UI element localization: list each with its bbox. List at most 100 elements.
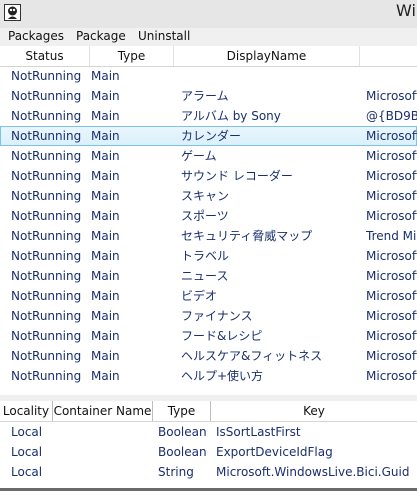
cell-type: Main [91,209,120,223]
package-row[interactable]: NotRunning Main ヘルスケア&フィットネス Microsoft [0,346,417,366]
cell-displayname: サウンド レコーダー [181,169,293,183]
cell-status: NotRunning [11,169,82,183]
cell-publisher: Microsoft [366,309,417,323]
cell-type: Main [91,69,120,83]
setting-row[interactable]: Local Boolean IsSortLastFirst [0,422,417,442]
package-row[interactable]: NotRunning Main アラーム Microsoft [0,86,417,106]
cell-status: NotRunning [11,349,82,363]
cell-publisher: Microsoft [366,169,417,183]
cell-displayname: スキャン [181,189,230,203]
cell-publisher: Microsoft [366,129,417,143]
cell-status: NotRunning [11,89,82,103]
cell-type: Main [91,189,120,203]
cell-type: Main [91,229,120,243]
cell-setting-type: String [158,465,194,479]
cell-type: Main [91,289,120,303]
column-displayname[interactable]: DisplayName [174,46,360,66]
settings-grid[interactable]: Locality Container Name Type Key Local Bo… [0,401,417,491]
window-title: Wi [396,1,416,20]
cell-displayname: ビデオ [181,289,218,303]
package-row[interactable]: NotRunning Main ファイナンス Microsoft [0,306,417,326]
cell-type: Main [91,89,120,103]
title-bar[interactable]: Wi [0,0,417,28]
setting-row[interactable]: Local Boolean ExportDeviceIdFlag [0,442,417,462]
menu-package[interactable]: Package [76,29,126,43]
cell-key: Microsoft.WindowsLive.Bici.Guid [216,465,410,479]
column-publisher[interactable] [360,46,417,66]
package-row[interactable]: NotRunning Main フード&レシピ Microsoft [0,326,417,346]
cell-status: NotRunning [11,269,82,283]
cell-displayname: ファイナンス [181,309,253,323]
cell-displayname: セキュリティ脅威マップ [181,229,313,243]
cell-publisher: Microsoft [366,369,417,383]
cell-setting-type: Boolean [158,445,207,459]
cell-status: NotRunning [11,209,82,223]
package-row[interactable]: NotRunning Main ヘルプ+使い方 Microsoft [0,366,417,386]
column-container-name[interactable]: Container Name [53,401,153,421]
package-row[interactable]: NotRunning Main スキャン Microsoft [0,186,417,206]
cell-type: Main [91,269,120,283]
cell-publisher: Microsoft [366,209,417,223]
cell-locality: Local [11,425,43,439]
packages-grid[interactable]: Status Type DisplayName NotRunning Main No… [0,46,417,395]
cell-displayname: ヘルスケア&フィットネス [181,349,323,363]
cell-displayname: アラーム [181,89,229,103]
column-key[interactable]: Key [211,401,417,421]
cell-publisher: @{BD9B [366,109,417,123]
cell-displayname: カレンダー [181,129,242,143]
package-row[interactable]: NotRunning Main ニュース Microsoft [0,266,417,286]
menu-uninstall[interactable]: Uninstall [138,29,190,43]
package-row[interactable]: NotRunning Main カレンダー Microsoft [0,126,417,146]
cell-publisher: Microsoft [366,89,417,103]
packages-header: Status Type DisplayName [0,46,417,67]
menu-packages[interactable]: Packages [8,29,64,43]
cell-type: Main [91,109,120,123]
cell-status: NotRunning [11,289,82,303]
cell-type: Main [91,349,120,363]
cell-publisher: Microsoft [366,349,417,363]
cell-status: NotRunning [11,149,82,163]
package-row[interactable]: NotRunning Main [0,66,417,86]
setting-row[interactable]: Local String Microsoft.WindowsLive.Bici.Gu… [0,462,417,482]
cell-locality: Local [11,445,43,459]
cell-locality: Local [11,465,43,479]
cell-status: NotRunning [11,109,82,123]
cell-displayname: フード&レシピ [181,329,263,343]
cell-publisher: Microsoft [366,149,417,163]
cell-publisher: Microsoft [366,269,417,283]
settings-header: Locality Container Name Type Key [0,401,417,422]
column-type[interactable]: Type [90,46,174,66]
cell-type: Main [91,169,120,183]
cell-status: NotRunning [11,309,82,323]
cell-type: Main [91,129,120,143]
column-setting-type[interactable]: Type [153,401,211,421]
cell-publisher: Microsoft [366,329,417,343]
column-locality[interactable]: Locality [0,401,53,421]
cell-publisher: Microsoft [366,289,417,303]
package-row[interactable]: NotRunning Main ビデオ Microsoft [0,286,417,306]
cell-status: NotRunning [11,329,82,343]
cell-type: Main [91,369,120,383]
cell-type: Main [91,309,120,323]
cell-type: Main [91,329,120,343]
package-row[interactable]: NotRunning Main セキュリティ脅威マップ Trend Mic [0,226,417,246]
cell-status: NotRunning [11,129,82,143]
package-row[interactable]: NotRunning Main アルバム by Sony @{BD9B [0,106,417,126]
cell-status: NotRunning [11,369,82,383]
cell-status: NotRunning [11,69,82,83]
cell-setting-type: Boolean [158,425,207,439]
column-status[interactable]: Status [0,46,90,66]
cell-status: NotRunning [11,189,82,203]
cell-displayname: トラベル [181,249,230,263]
menu-bar: Packages Package Uninstall [0,28,417,46]
cell-key: IsSortLastFirst [216,425,301,439]
cell-displayname: ゲーム [181,149,217,163]
cell-publisher: Trend Mic [366,229,417,243]
package-row[interactable]: NotRunning Main サウンド レコーダー Microsoft [0,166,417,186]
cell-displayname: アルバム by Sony [181,109,281,123]
cell-displayname: ヘルプ+使い方 [181,369,264,383]
cell-status: NotRunning [11,249,82,263]
package-row[interactable]: NotRunning Main トラベル Microsoft [0,246,417,266]
package-row[interactable]: NotRunning Main スポーツ Microsoft [0,206,417,226]
package-row[interactable]: NotRunning Main ゲーム Microsoft [0,146,417,166]
